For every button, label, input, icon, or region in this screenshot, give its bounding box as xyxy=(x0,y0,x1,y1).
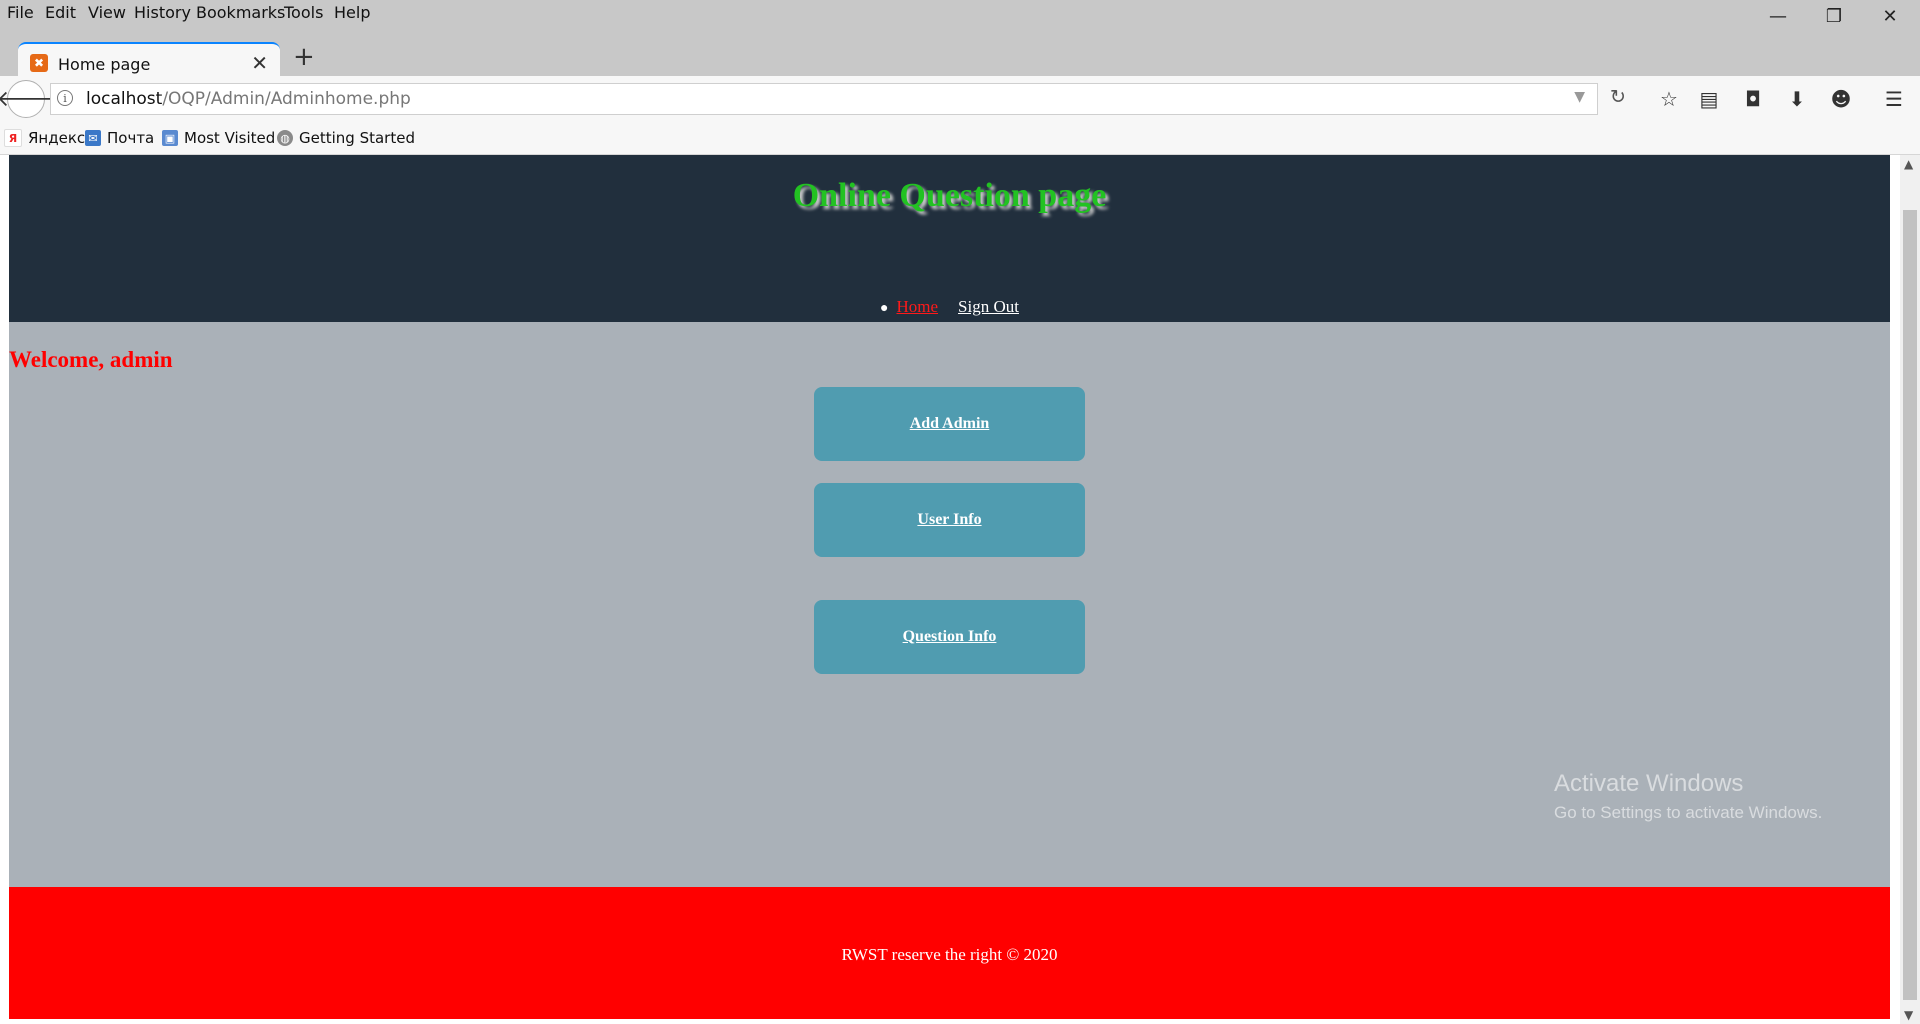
nav-signout-link[interactable]: Sign Out xyxy=(958,297,1019,316)
url-bar[interactable]: i localhost/OQP/Admin/Adminhome.php ▼ xyxy=(50,83,1598,115)
pocket-icon[interactable]: ◘ xyxy=(1740,86,1766,112)
bookmark-label: Почта xyxy=(107,129,155,147)
nav-toolbar: 🡐 i localhost/OQP/Admin/Adminhome.php ▼ … xyxy=(0,76,1920,124)
scroll-thumb[interactable] xyxy=(1903,210,1917,1000)
reader-icon[interactable]: ▤ xyxy=(1696,86,1722,112)
page-title: Online Question page xyxy=(792,177,1107,214)
reload-icon[interactable]: ↻ xyxy=(1610,86,1626,108)
url-text[interactable]: localhost/OQP/Admin/Adminhome.php xyxy=(86,89,411,109)
menu-bar: File Edit View History Bookmarks Tools H… xyxy=(0,0,1920,27)
back-button[interactable]: 🡐 xyxy=(0,80,56,118)
bookmarks-bar: Я Яндекс ✉ Почта ▣ Most Visited ◍ Gettin… xyxy=(0,124,1920,155)
scroll-down-icon[interactable]: ▼ xyxy=(1904,1008,1913,1022)
menu-bookmarks[interactable]: Bookmarks xyxy=(196,3,285,22)
menu-view[interactable]: View xyxy=(88,3,126,22)
bookmark-label: Яндекс xyxy=(28,129,86,147)
folder-icon: ▣ xyxy=(162,130,178,146)
mail-icon: ✉ xyxy=(85,130,101,146)
page-viewport: Online Question page ● Home Sign Out Welco… xyxy=(0,155,1920,1024)
menu-file[interactable]: File xyxy=(7,3,34,22)
bookmark-pochta[interactable]: ✉ Почта xyxy=(85,129,154,147)
site-nav: ● Home Sign Out xyxy=(9,297,1890,317)
tab-close-icon[interactable]: ✕ xyxy=(251,51,268,75)
bookmark-label: Most Visited xyxy=(184,129,276,147)
star-icon[interactable]: ☆ xyxy=(1656,86,1682,112)
bullet-icon: ● xyxy=(880,301,889,316)
add-admin-button[interactable]: Add Admin xyxy=(814,387,1085,461)
new-tab-button[interactable]: + xyxy=(293,42,315,72)
tab-title: Home page xyxy=(58,55,151,74)
bookmark-label: Getting Started xyxy=(299,129,415,147)
scrollbar[interactable]: ▲ ▼ xyxy=(1900,155,1920,1024)
question-info-button[interactable]: Question Info xyxy=(814,600,1085,674)
welcome-heading: Welcome, admin xyxy=(9,347,173,372)
menu-history[interactable]: History xyxy=(134,3,191,22)
menu-help[interactable]: Help xyxy=(334,3,370,22)
dropdown-icon[interactable]: ▼ xyxy=(1574,89,1585,105)
globe-icon: ◍ xyxy=(277,130,293,146)
menu-tools[interactable]: Tools xyxy=(284,3,323,22)
yandex-icon: Я xyxy=(4,129,22,147)
menu-edit[interactable]: Edit xyxy=(45,3,76,22)
url-host: localhost xyxy=(86,89,163,109)
page-header: Online Question page ● Home Sign Out xyxy=(9,155,1890,322)
user-info-button[interactable]: User Info xyxy=(814,483,1085,557)
nav-home-link[interactable]: Home xyxy=(896,297,938,316)
tab-strip: ✖ Home page ✕ xyxy=(0,26,1920,84)
scroll-up-icon[interactable]: ▲ xyxy=(1904,157,1913,171)
info-icon[interactable]: i xyxy=(57,90,73,106)
url-path: /OQP/Admin/Adminhome.php xyxy=(162,89,411,109)
back-arrow-icon: 🡐 xyxy=(0,87,56,112)
xampp-icon: ✖ xyxy=(30,54,48,72)
footer-text: RWST reserve the right © 2020 xyxy=(841,945,1058,964)
emoji-icon[interactable]: ☻ xyxy=(1828,86,1854,112)
menu-icon[interactable]: ☰ xyxy=(1881,86,1907,112)
bookmark-most-visited[interactable]: ▣ Most Visited xyxy=(162,129,275,147)
bookmark-yandex[interactable]: Я Яндекс xyxy=(4,129,85,147)
activate-windows-title: Activate Windows xyxy=(1554,770,1744,797)
bookmark-getting-started[interactable]: ◍ Getting Started xyxy=(277,129,415,147)
download-icon[interactable]: ⬇ xyxy=(1784,86,1810,112)
page-footer: RWST reserve the right © 2020 xyxy=(9,887,1890,1019)
activate-windows-subtitle: Go to Settings to activate Windows. xyxy=(1554,803,1823,822)
